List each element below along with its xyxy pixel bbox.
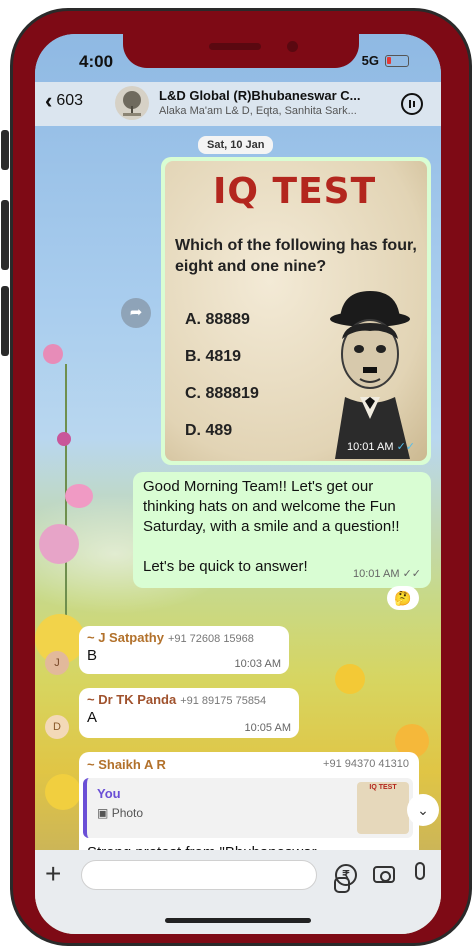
quoted-message[interactable]: You ▣ Photo IQ TEST <box>83 778 413 838</box>
read-ticks-icon: ✓✓ <box>402 568 421 580</box>
message-time: 10:01 AM ✓✓ <box>347 441 415 453</box>
sender-name: ~ J Satpathy +91 72608 15968 <box>87 630 254 645</box>
iq-test-image[interactable]: IQ TEST Which of the following has four,… <box>165 161 427 461</box>
sender-name: ~ Shaikh A R <box>87 757 166 772</box>
attach-plus-icon[interactable]: + <box>45 858 61 890</box>
network-label: 5G <box>361 53 379 68</box>
avatar[interactable]: J <box>45 651 69 675</box>
camera-icon[interactable] <box>373 866 395 883</box>
group-members[interactable]: Alaka Ma'am L& D, Eqta, Sanhita Sark... <box>159 105 357 117</box>
incoming-message[interactable]: ~ J Satpathy +91 72608 15968 B 10:03 AM <box>79 626 289 674</box>
sender-name: ~ Dr TK Panda +91 89175 75854 <box>87 692 267 707</box>
back-button[interactable]: ‹ 603 <box>45 88 84 113</box>
group-title[interactable]: L&D Global (R)Bhubaneswar C... <box>159 88 361 103</box>
read-ticks-icon: ✓✓ <box>396 441 415 453</box>
chevron-down-icon: ⌄ <box>417 802 429 818</box>
photo-icon: ▣ <box>97 806 109 820</box>
message-time: 10:01 AM ✓✓ <box>353 568 421 580</box>
group-call-icon[interactable] <box>401 93 423 115</box>
incoming-message[interactable]: ~ Dr TK Panda +91 89175 75854 A 10:05 AM <box>79 688 299 738</box>
message-time: 10:03 AM <box>234 658 281 670</box>
phone-frame: 4:00 5G ‹ 603 L&D Global (R)Bhubaneswar … <box>0 0 474 949</box>
image-question: Which of the following has four, eight a… <box>175 237 417 275</box>
payment-rupee-icon[interactable]: ₹ <box>335 864 357 886</box>
forward-icon[interactable]: ➦ <box>121 298 151 328</box>
scroll-down-button[interactable]: ⌄ <box>407 794 439 826</box>
image-option: A. 88889 <box>185 311 250 328</box>
image-option: C. 888819 <box>185 385 259 402</box>
unread-count: 603 <box>56 92 84 109</box>
quote-thumbnail: IQ TEST <box>357 782 409 834</box>
outgoing-message[interactable]: Good Morning Team!! Let's get our thinki… <box>133 472 431 588</box>
speaker-grille <box>209 43 261 50</box>
sender-phone: +91 94370 41310 <box>323 758 409 770</box>
chat-header: ‹ 603 L&D Global (R)Bhubaneswar C... Ala… <box>35 82 441 126</box>
phone-notch <box>123 34 359 68</box>
message-text: Good Morning Team!! Let's get our thinki… <box>143 478 400 535</box>
battery-icon <box>385 54 409 67</box>
quote-type: ▣ Photo <box>97 806 144 820</box>
sender-phone: +91 72608 15968 <box>167 633 254 645</box>
image-title: IQ TEST <box>213 171 377 212</box>
composer-bar: + ₹ <box>35 850 441 934</box>
side-button <box>1 130 9 170</box>
group-avatar[interactable] <box>115 86 149 120</box>
date-separator: Sat, 10 Jan <box>198 136 274 154</box>
reaction-thinking-icon[interactable]: 🤔 <box>387 586 419 610</box>
chevron-left-icon: ‹ <box>45 88 53 113</box>
avatar[interactable]: D <box>45 715 69 739</box>
quote-author: You <box>97 786 121 801</box>
sender-phone: +91 89175 75854 <box>180 695 267 707</box>
home-indicator <box>165 918 311 923</box>
status-indicators: 5G <box>362 53 409 68</box>
microphone-icon[interactable] <box>415 862 425 880</box>
status-time: 4:00 <box>79 52 114 71</box>
message-time: 10:05 AM <box>244 722 291 734</box>
chaplin-illustration <box>330 291 410 459</box>
side-button <box>1 286 9 356</box>
image-option: D. 489 <box>185 422 233 439</box>
front-camera <box>287 41 298 52</box>
message-input[interactable] <box>81 860 350 893</box>
screen: 4:00 5G ‹ 603 L&D Global (R)Bhubaneswar … <box>35 34 441 934</box>
image-option: B. 4819 <box>185 348 242 365</box>
image-message[interactable]: IQ TEST Which of the following has four,… <box>161 157 431 465</box>
side-button <box>1 200 9 270</box>
